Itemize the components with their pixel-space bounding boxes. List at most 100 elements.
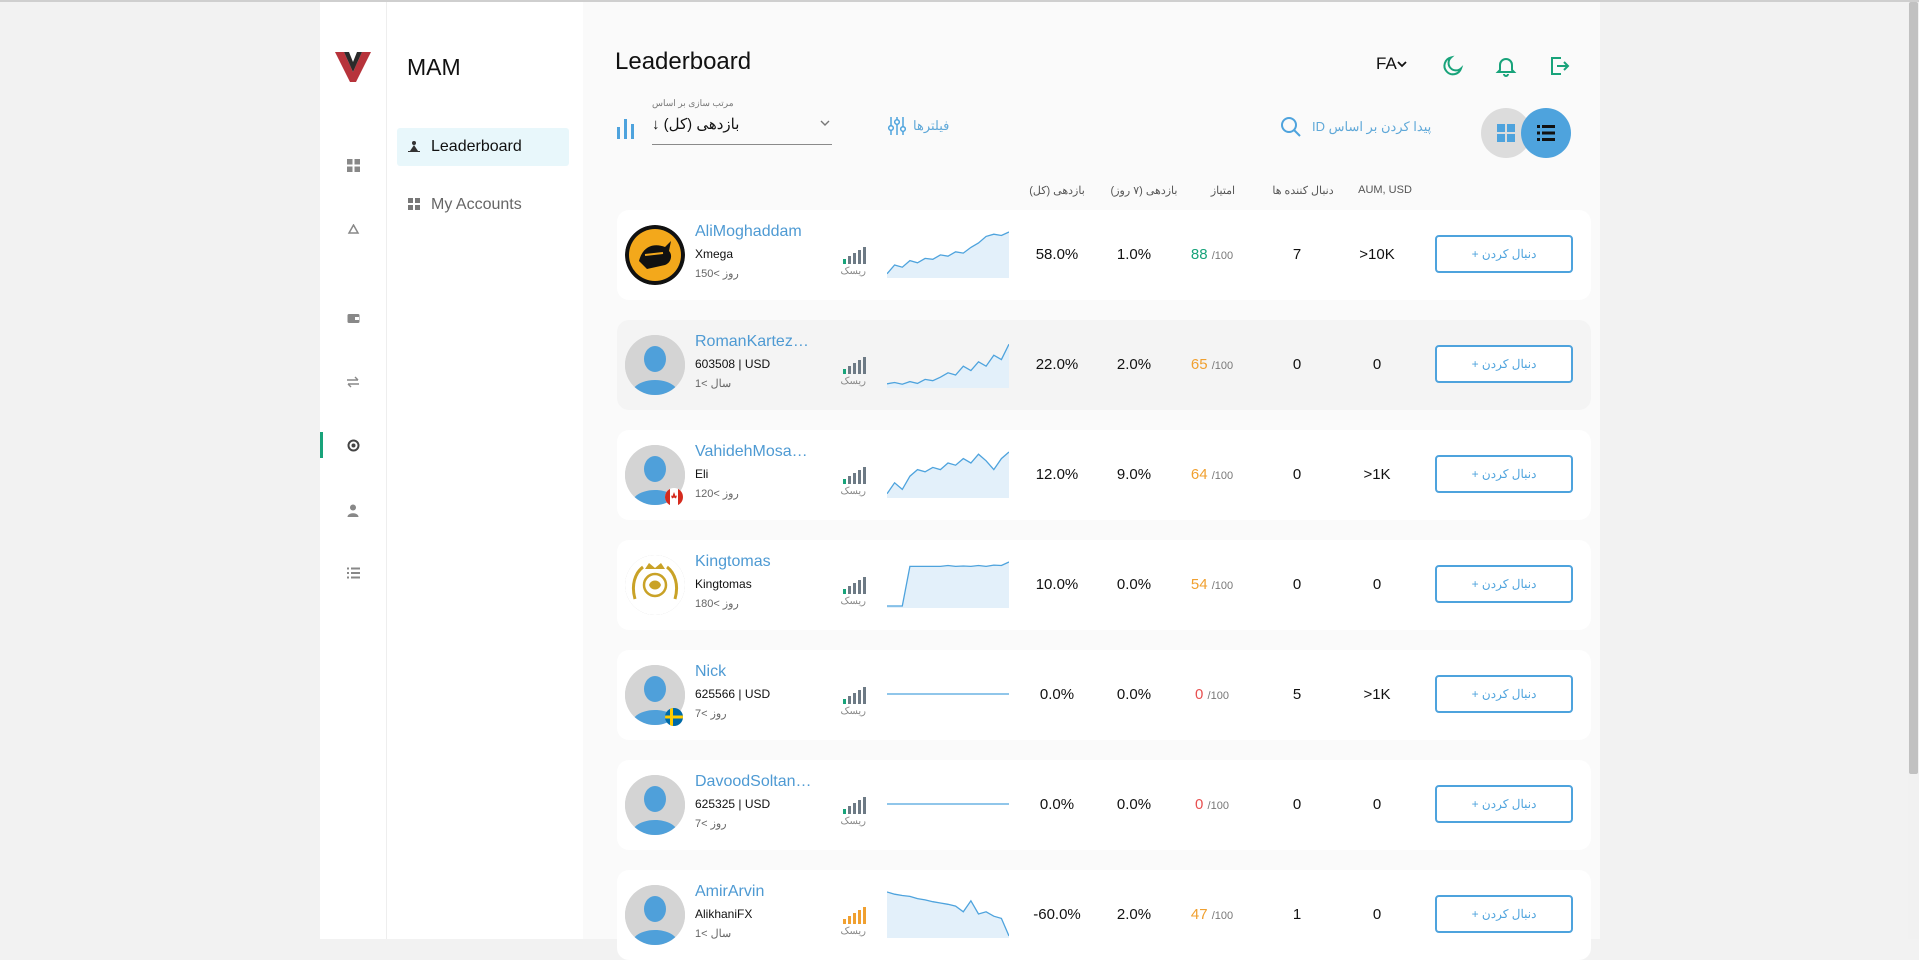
list-icon[interactable]: [344, 564, 362, 582]
followers-count: 0: [1292, 576, 1302, 593]
trader-name[interactable]: AliMoghaddam: [695, 223, 815, 241]
logout-button[interactable]: [1547, 54, 1571, 78]
score-value: 0: [1195, 796, 1204, 813]
transfer-icon[interactable]: [344, 373, 362, 391]
chevron-down-icon: [1397, 61, 1407, 68]
performance-sparkline: [887, 891, 1009, 938]
return-total: -60.0%: [1033, 906, 1081, 923]
trader-account: AlikhaniFX: [695, 907, 753, 921]
settings-icon[interactable]: [344, 436, 362, 454]
leaderboard-row[interactable]: RomanKartez… 603508 | USD سال >1 ریسک 22.0% 2…: [617, 320, 1591, 410]
leaderboard-row[interactable]: VahidehMosa… Eli روز >120 ریسک 12.0% 9.0% 64 /…: [617, 430, 1591, 520]
performance-sparkline: [887, 231, 1009, 278]
trader-age: روز >150: [695, 268, 739, 280]
trader-age: روز >7: [695, 708, 727, 720]
app-title: MAM: [407, 54, 461, 80]
filters-button[interactable]: فیلترها: [887, 116, 949, 136]
performance-sparkline: [887, 451, 1009, 498]
dark-mode-toggle[interactable]: [1441, 54, 1465, 78]
trader-age: روز >180: [695, 598, 739, 610]
aum-value: >1K: [1363, 686, 1391, 703]
follow-button[interactable]: دنبال کردن +: [1435, 565, 1573, 603]
followers-count: 0: [1292, 356, 1302, 373]
search-icon: [1281, 117, 1301, 137]
user-icon[interactable]: [344, 501, 362, 519]
follow-button[interactable]: دنبال کردن +: [1435, 345, 1573, 383]
score: 65 /100: [1179, 356, 1245, 373]
signal-bars-icon: [842, 466, 866, 484]
score: 47 /100: [1179, 906, 1245, 923]
risk-indicator: ریسک: [841, 246, 866, 284]
dashboard-icon[interactable]: [344, 156, 362, 174]
list-view-button[interactable]: [1521, 108, 1571, 158]
aum-value: 0: [1372, 356, 1382, 373]
language-selector[interactable]: FA: [1376, 54, 1407, 74]
recycle-icon[interactable]: [344, 221, 362, 239]
trader-name[interactable]: Kingtomas: [695, 553, 815, 571]
return-7d: 9.0%: [1116, 466, 1152, 483]
score-value: 64: [1190, 466, 1208, 483]
search-input[interactable]: پیدا کردن بر اساس ID: [1280, 116, 1431, 138]
grid-icon: [397, 197, 431, 213]
leaderboard-row[interactable]: AliMoghaddam Xmega روز >150 ریسک 58.0% 1.0% 88…: [617, 210, 1591, 300]
chart-stats-icon[interactable]: [617, 117, 635, 144]
return-total: 22.0%: [1035, 356, 1079, 373]
leaderboard-row[interactable]: AmirArvin AlikhaniFX سال >1 ریسک -60.0% 2.0% 4…: [617, 870, 1591, 960]
followers-count: 7: [1292, 246, 1302, 263]
follow-button[interactable]: دنبال کردن +: [1435, 235, 1573, 273]
trader-age: سال >1: [695, 928, 732, 940]
trader-account: 625566 | USD: [695, 687, 771, 701]
leaderboard-row[interactable]: Kingtomas Kingtomas روز >180 ریسک 10.0% 0.0% 5…: [617, 540, 1591, 630]
return-total: 10.0%: [1035, 576, 1079, 593]
grid-icon: [1497, 124, 1515, 142]
trader-name[interactable]: Nick: [695, 663, 815, 681]
performance-sparkline: [887, 561, 1009, 608]
signal-bars-icon: [842, 576, 866, 594]
sort-label: مرتب سازی بر اساس: [652, 98, 734, 108]
score-max: /100: [1211, 580, 1234, 592]
risk-label: ریسک: [840, 376, 866, 387]
subnav-item-leaderboard[interactable]: Leaderboard: [397, 128, 569, 166]
trophy-icon: [397, 140, 431, 155]
wallet-icon[interactable]: [344, 309, 362, 327]
follow-button[interactable]: دنبال کردن +: [1435, 785, 1573, 823]
trader-name[interactable]: VahidehMosa…: [695, 443, 815, 461]
score-value: 47: [1190, 906, 1208, 923]
scrollbar-thumb[interactable]: [1909, 2, 1918, 774]
sparkline-area: [887, 452, 1009, 498]
return-total: 0.0%: [1039, 796, 1075, 813]
performance-sparkline: [887, 803, 1009, 805]
subnav-item-label: Leaderboard: [431, 138, 522, 155]
trader-name[interactable]: AmirArvin: [695, 883, 815, 901]
followers-count: 0: [1292, 466, 1302, 483]
aum-value: 0: [1372, 576, 1382, 593]
trader-account: Kingtomas: [695, 577, 752, 591]
sort-value: بازدهی (کل) ↓: [652, 116, 740, 133]
score: 0 /100: [1179, 796, 1245, 813]
column-header-aum: AUM, USD: [1358, 184, 1412, 196]
sort-select[interactable]: مرتب سازی بر اساس بازدهی (کل) ↓: [652, 98, 832, 145]
follow-button[interactable]: دنبال کردن +: [1435, 675, 1573, 713]
trader-age: سال >1: [695, 378, 732, 390]
subnav-item-my-accounts[interactable]: My Accounts: [397, 186, 569, 224]
return-total: 0.0%: [1039, 686, 1075, 703]
signal-bars-icon: [842, 796, 866, 814]
notifications-button[interactable]: [1494, 54, 1518, 78]
score: 64 /100: [1179, 466, 1245, 483]
return-total: 12.0%: [1035, 466, 1079, 483]
trader-name[interactable]: DavoodSoltani…: [695, 773, 815, 791]
followers-count: 0: [1292, 796, 1302, 813]
follow-button[interactable]: دنبال کردن +: [1435, 455, 1573, 493]
leaderboard-row[interactable]: DavoodSoltani… 625325 | USD روز >7 ریسک 0.0%…: [617, 760, 1591, 850]
moon-icon: [1443, 55, 1464, 76]
trader-name[interactable]: RomanKartez…: [695, 333, 815, 351]
risk-label: ریسک: [840, 486, 866, 497]
search-placeholder: پیدا کردن بر اساس ID: [1312, 119, 1432, 134]
canada-flag: [665, 488, 683, 506]
score: 0 /100: [1179, 686, 1245, 703]
follow-button[interactable]: دنبال کردن +: [1435, 895, 1573, 933]
aum-value: 0: [1372, 796, 1382, 813]
language-label: FA: [1376, 54, 1397, 73]
leaderboard-row[interactable]: Nick 625566 | USD روز >7 ریسک 0.0% 0.0% 0 /100…: [617, 650, 1591, 740]
followers-count: 5: [1292, 686, 1302, 703]
